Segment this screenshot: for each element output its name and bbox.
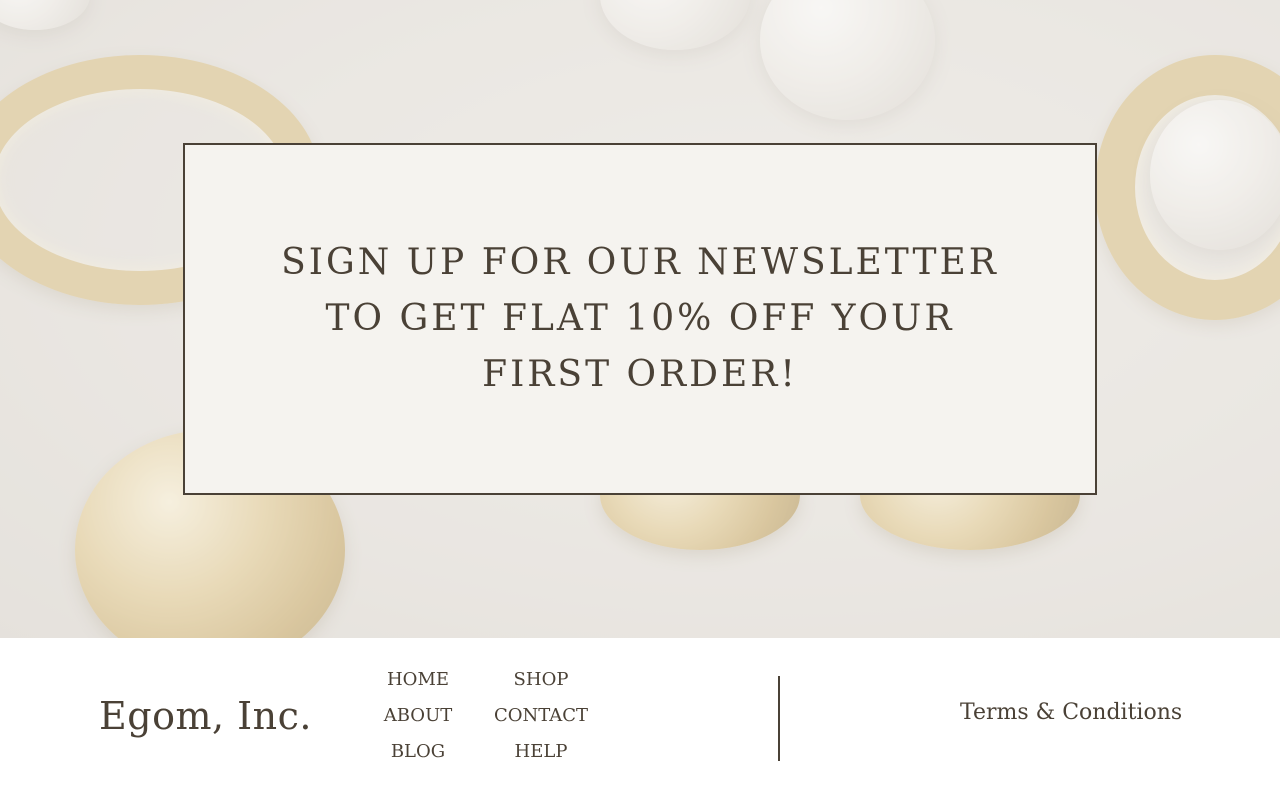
site-footer: Egom, Inc. HOME SHOP ABOUT CONTACT BLOG … [0,638,1280,800]
footer-link-blog[interactable]: BLOG [370,740,466,764]
hero-section: SIGN UP FOR OUR NEWSLETTER TO GET FLAT 1… [0,0,1280,638]
terms-link[interactable]: Terms & Conditions [960,700,1182,725]
brand-logo[interactable]: Egom, Inc. [99,694,312,738]
footer-link-about[interactable]: ABOUT [370,704,466,728]
footer-link-shop[interactable]: SHOP [466,668,616,692]
footer-divider [778,676,780,761]
footer-link-help[interactable]: HELP [466,740,616,764]
footer-link-contact[interactable]: CONTACT [466,704,616,728]
newsletter-card[interactable]: SIGN UP FOR OUR NEWSLETTER TO GET FLAT 1… [183,143,1097,495]
newsletter-heading: SIGN UP FOR OUR NEWSLETTER TO GET FLAT 1… [281,242,999,395]
footer-nav: HOME SHOP ABOUT CONTACT BLOG HELP [370,668,630,764]
footer-link-home[interactable]: HOME [370,668,466,692]
